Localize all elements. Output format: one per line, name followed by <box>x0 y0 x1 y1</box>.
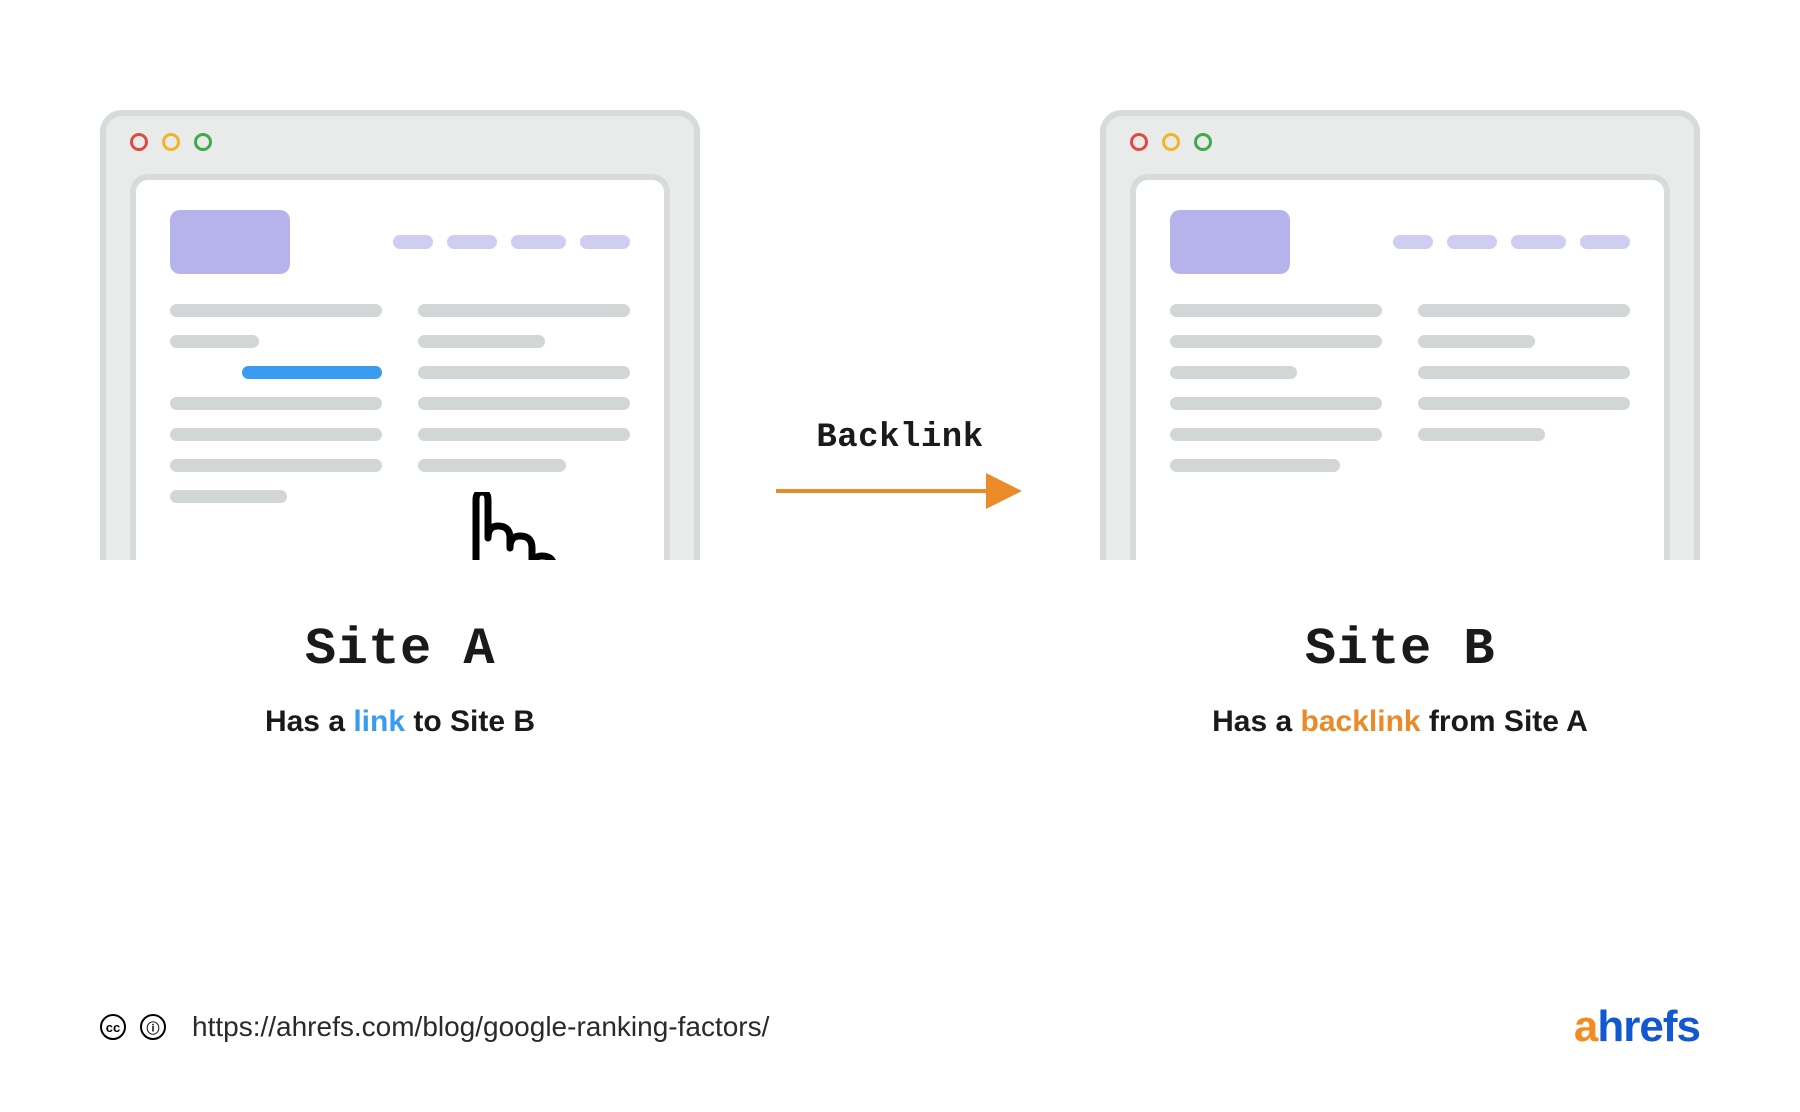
traffic-light-minimize-icon <box>162 133 180 151</box>
text-line <box>1170 335 1382 348</box>
nav-placeholder <box>1393 235 1630 249</box>
brand-rest: hrefs <box>1597 1002 1700 1051</box>
source-url: https://ahrefs.com/blog/google-ranking-f… <box>192 1011 769 1043</box>
traffic-light-minimize-icon <box>1162 133 1180 151</box>
brand-a: a <box>1574 1002 1597 1051</box>
text-line <box>418 428 630 441</box>
caption-text: Has a <box>1212 705 1300 738</box>
arrow-icon <box>770 471 1030 511</box>
page-b-header <box>1170 210 1630 274</box>
text-line <box>1418 366 1630 379</box>
text-line <box>1170 397 1382 410</box>
browser-row: Site A Has a link to Site B Backlink <box>100 110 1700 739</box>
text-line <box>170 459 382 472</box>
caption-highlight-backlink: backlink <box>1301 705 1421 738</box>
text-line <box>170 304 382 317</box>
text-line <box>170 490 287 503</box>
text-line <box>1418 428 1545 441</box>
caption-text: to Site B <box>405 705 535 738</box>
caption-highlight-link: link <box>353 705 405 738</box>
caption-text: from Site A <box>1421 705 1588 738</box>
page-a-body <box>170 304 630 503</box>
nav-pill <box>1393 235 1433 249</box>
text-line <box>170 428 382 441</box>
text-line <box>418 335 545 348</box>
text-line <box>418 304 630 317</box>
body-col-left <box>1170 304 1382 472</box>
titlebar-a <box>106 116 694 168</box>
text-line <box>170 335 259 348</box>
site-a-caption: Has a link to Site B <box>265 705 535 739</box>
text-line <box>1170 459 1340 472</box>
nav-pill <box>580 235 630 249</box>
body-col-right <box>1418 304 1630 472</box>
site-b-title: Site B <box>1305 620 1495 679</box>
body-col-left <box>170 304 382 503</box>
text-line <box>1418 335 1535 348</box>
nav-pill <box>1447 235 1497 249</box>
nav-pill <box>511 235 566 249</box>
arrow-label: Backlink <box>816 419 983 457</box>
caption-text: Has a <box>265 705 353 738</box>
text-line <box>418 459 566 472</box>
nav-pill <box>1511 235 1566 249</box>
text-line <box>418 397 630 410</box>
body-col-right <box>418 304 630 503</box>
page-a-header <box>170 210 630 274</box>
site-a-title: Site A <box>305 620 495 679</box>
cc-license-icon: cc <box>100 1014 126 1040</box>
text-line <box>1170 304 1382 317</box>
text-line <box>418 366 630 379</box>
hyperlink-line[interactable] <box>242 366 382 379</box>
page-b-body <box>1170 304 1630 472</box>
site-b-caption: Has a backlink from Site A <box>1212 705 1588 739</box>
text-line <box>1418 304 1630 317</box>
footer: cc ⓘ https://ahrefs.com/blog/google-rank… <box>100 1002 1700 1052</box>
traffic-light-close-icon <box>1130 133 1148 151</box>
text-line <box>1170 428 1382 441</box>
text-line <box>1170 366 1297 379</box>
page-b <box>1130 174 1670 560</box>
nav-pill <box>1580 235 1630 249</box>
site-a-column: Site A Has a link to Site B <box>100 110 700 739</box>
browser-window-a <box>100 110 700 560</box>
footer-left: cc ⓘ https://ahrefs.com/blog/google-rank… <box>100 1011 769 1043</box>
cc-by-icon: ⓘ <box>140 1014 166 1040</box>
traffic-light-close-icon <box>130 133 148 151</box>
logo-placeholder <box>1170 210 1290 274</box>
text-line <box>170 397 382 410</box>
nav-placeholder <box>393 235 630 249</box>
site-b-column: Site B Has a backlink from Site A <box>1100 110 1700 739</box>
traffic-light-zoom-icon <box>194 133 212 151</box>
traffic-light-zoom-icon <box>1194 133 1212 151</box>
nav-pill <box>447 235 497 249</box>
titlebar-b <box>1106 116 1694 168</box>
text-line <box>1418 397 1630 410</box>
nav-pill <box>393 235 433 249</box>
ahrefs-logo: ahrefs <box>1574 1002 1700 1052</box>
browser-window-b <box>1100 110 1700 560</box>
page-a <box>130 174 670 560</box>
diagram-canvas: Site A Has a link to Site B Backlink <box>0 0 1800 1112</box>
logo-placeholder <box>170 210 290 274</box>
arrow-zone: Backlink <box>770 419 1030 511</box>
